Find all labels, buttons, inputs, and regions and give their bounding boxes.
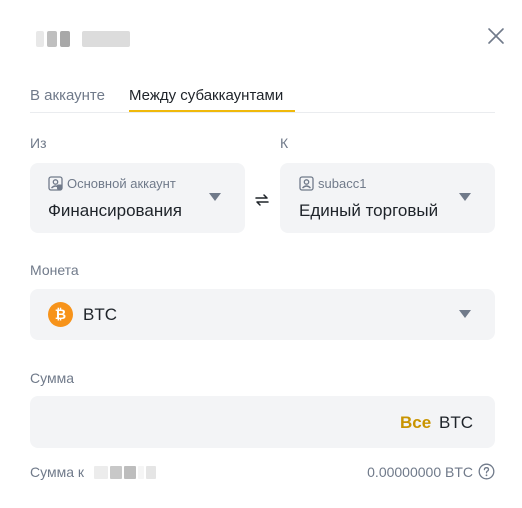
subaccount-icon bbox=[299, 176, 314, 191]
max-amount-button[interactable]: Все bbox=[400, 413, 431, 433]
from-account-type-text: Основной аккаунт bbox=[67, 176, 176, 191]
summary-redacted bbox=[94, 466, 156, 479]
tab-within-account[interactable]: В аккаунте bbox=[30, 87, 105, 104]
amount-input[interactable] bbox=[44, 408, 384, 436]
tab-between-subaccounts[interactable]: Между субаккаунтами bbox=[129, 87, 283, 104]
bitcoin-icon: ₿ bbox=[48, 302, 73, 327]
from-account-select[interactable]: Основной аккаунт Финансирования bbox=[30, 163, 245, 233]
from-label: Из bbox=[30, 135, 47, 151]
amount-label: Сумма bbox=[30, 370, 74, 386]
amount-unit: BTC bbox=[439, 413, 473, 432]
coin-select[interactable]: ₿ BTC bbox=[30, 289, 495, 340]
modal-title-redacted bbox=[36, 31, 130, 47]
transfer-tabs: В аккаунте Между субаккаунтами bbox=[30, 80, 495, 113]
to-account-name: Единый торговый bbox=[299, 201, 439, 220]
to-account-type-text: subacc1 bbox=[318, 176, 367, 191]
from-account-name: Финансирования bbox=[48, 201, 182, 220]
swap-arrows-icon bbox=[255, 194, 269, 206]
modal-header bbox=[0, 0, 522, 80]
from-account-type: Основной аккаунт bbox=[48, 176, 176, 191]
to-account-select[interactable]: subacc1 Единый торговый bbox=[280, 163, 495, 233]
chevron-down-icon bbox=[459, 193, 471, 201]
question-circle-icon[interactable] bbox=[478, 463, 495, 480]
to-label: К bbox=[280, 135, 289, 151]
close-icon bbox=[488, 28, 504, 44]
close-button[interactable] bbox=[486, 26, 506, 46]
transfer-summary: Сумма к 0.00000000 BTC bbox=[30, 463, 495, 483]
chevron-down-icon bbox=[209, 193, 221, 201]
summary-value: 0.00000000 BTC bbox=[367, 464, 473, 480]
coin-label: Монета bbox=[30, 262, 79, 278]
chevron-down-icon bbox=[459, 310, 471, 318]
to-account-type: subacc1 bbox=[299, 176, 366, 191]
main-account-icon bbox=[48, 176, 63, 191]
amount-field[interactable]: Все BTC bbox=[30, 396, 495, 448]
swap-accounts-button[interactable] bbox=[248, 186, 276, 214]
summary-label: Сумма к bbox=[30, 464, 85, 480]
coin-name: BTC bbox=[83, 305, 117, 324]
active-tab-indicator bbox=[129, 110, 295, 112]
